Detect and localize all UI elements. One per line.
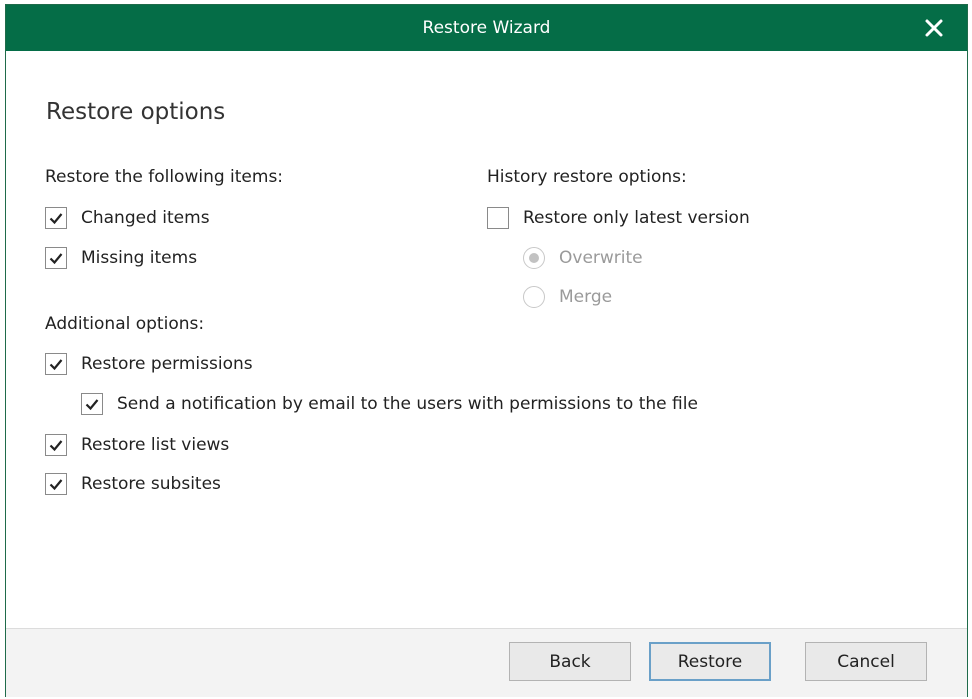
page-title: Restore options bbox=[46, 99, 226, 125]
restore-list-views-label: Restore list views bbox=[81, 435, 230, 455]
changed-items-label: Changed items bbox=[81, 208, 210, 228]
close-button[interactable] bbox=[921, 15, 947, 41]
checkbox-box[interactable] bbox=[45, 353, 67, 375]
window-title: Restore Wizard bbox=[422, 18, 551, 38]
overwrite-radio[interactable]: Overwrite bbox=[523, 246, 643, 270]
send-notification-checkbox[interactable]: Send a notification by email to the user… bbox=[81, 392, 698, 416]
latest-version-label: Restore only latest version bbox=[523, 208, 750, 228]
button-bar: Back Restore Cancel bbox=[6, 628, 967, 697]
restore-permissions-checkbox[interactable]: Restore permissions bbox=[45, 352, 253, 376]
restore-permissions-label: Restore permissions bbox=[81, 354, 253, 374]
changed-items-checkbox[interactable]: Changed items bbox=[45, 206, 210, 230]
checkbox-box[interactable] bbox=[45, 434, 67, 456]
overwrite-label: Overwrite bbox=[559, 248, 643, 268]
restore-wizard-window: Restore Wizard Restore options Restore t… bbox=[5, 4, 968, 697]
additional-options-label: Additional options: bbox=[45, 314, 205, 334]
radio-dot-icon bbox=[529, 253, 539, 263]
missing-items-checkbox[interactable]: Missing items bbox=[45, 246, 197, 270]
checkbox-box[interactable] bbox=[45, 247, 67, 269]
latest-version-checkbox[interactable]: Restore only latest version bbox=[487, 206, 750, 230]
merge-label: Merge bbox=[559, 287, 613, 307]
title-bar: Restore Wizard bbox=[6, 5, 967, 51]
checkbox-box[interactable] bbox=[45, 473, 67, 495]
checkmark-icon bbox=[49, 213, 63, 225]
checkmark-icon bbox=[49, 440, 63, 452]
checkbox-box[interactable] bbox=[81, 393, 103, 415]
restore-subsites-checkbox[interactable]: Restore subsites bbox=[45, 472, 221, 496]
back-button[interactable]: Back bbox=[509, 642, 631, 681]
checkmark-icon bbox=[49, 253, 63, 265]
send-notification-label: Send a notification by email to the user… bbox=[117, 394, 698, 414]
checkmark-icon bbox=[49, 359, 63, 371]
restore-list-views-checkbox[interactable]: Restore list views bbox=[45, 433, 229, 457]
history-options-label: History restore options: bbox=[487, 167, 687, 187]
missing-items-label: Missing items bbox=[81, 248, 198, 268]
checkmark-icon bbox=[49, 479, 63, 491]
radio-button[interactable] bbox=[523, 286, 545, 308]
restore-items-label: Restore the following items: bbox=[45, 167, 284, 187]
restore-subsites-label: Restore subsites bbox=[81, 474, 221, 494]
checkmark-icon bbox=[85, 399, 99, 411]
radio-button[interactable] bbox=[523, 247, 545, 269]
checkbox-box[interactable] bbox=[487, 207, 509, 229]
cancel-button[interactable]: Cancel bbox=[805, 642, 927, 681]
restore-button[interactable]: Restore bbox=[649, 642, 771, 681]
close-icon bbox=[925, 19, 943, 37]
checkbox-box[interactable] bbox=[45, 207, 67, 229]
merge-radio[interactable]: Merge bbox=[523, 285, 612, 309]
